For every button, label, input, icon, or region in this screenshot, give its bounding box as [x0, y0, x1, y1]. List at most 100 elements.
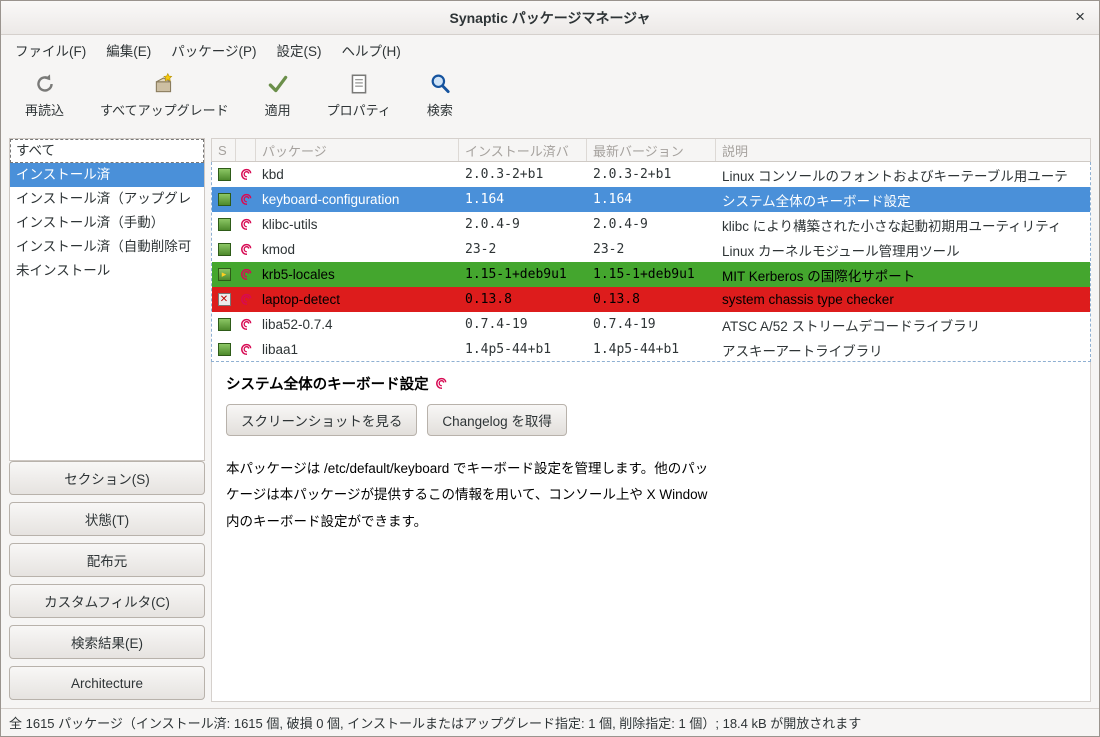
table-row[interactable]: kmod 23-2 23-2 Linux カーネルモジュール管理用ツール	[212, 237, 1090, 262]
package-name: krb5-locales	[256, 267, 459, 282]
table-header: S パッケージ インストール済バ 最新バージョン 説明	[211, 138, 1091, 162]
latest-version: 0.7.4-19	[587, 317, 716, 332]
status-upgrade-icon	[218, 268, 231, 281]
header-package[interactable]: パッケージ	[256, 139, 459, 161]
upgrade-all-icon	[152, 71, 176, 97]
package-name: kbd	[256, 167, 459, 182]
search-results-button[interactable]: 検索結果(E)	[9, 625, 205, 659]
apply-icon	[266, 71, 290, 97]
filter-installed-autoremovable[interactable]: インストール済（自動削除可	[10, 235, 204, 259]
installed-version: 1.164	[459, 192, 587, 207]
get-changelog-button[interactable]: Changelog を取得	[427, 404, 567, 436]
header-latest-version[interactable]: 最新バージョン	[587, 139, 716, 161]
debian-swirl-icon	[236, 168, 256, 181]
table-row-marked-upgrade[interactable]: krb5-locales 1.15-1+deb9u1 1.15-1+deb9u1…	[212, 262, 1090, 287]
package-description: klibc により構築された小さな起動初期用ユーティリティ	[716, 215, 1090, 235]
origin-button[interactable]: 配布元	[9, 543, 205, 577]
installed-version: 1.15-1+deb9u1	[459, 267, 587, 282]
package-pane: S パッケージ インストール済バ 最新バージョン 説明 kbd 2.0.3-2+…	[211, 138, 1091, 702]
debian-swirl-icon	[236, 318, 256, 331]
latest-version: 1.15-1+deb9u1	[587, 267, 716, 282]
close-icon[interactable]: ×	[1075, 7, 1085, 27]
menu-file[interactable]: ファイル(F)	[5, 35, 96, 65]
package-list: kbd 2.0.3-2+b1 2.0.3-2+b1 Linux コンソールのフォ…	[211, 162, 1091, 362]
header-description[interactable]: 説明	[716, 139, 1090, 161]
latest-version: 23-2	[587, 242, 716, 257]
table-row-selected[interactable]: keyboard-configuration 1.164 1.164 システム全…	[212, 187, 1090, 212]
synaptic-window: Synaptic パッケージマネージャ × ファイル(F) 編集(E) パッケー…	[0, 0, 1100, 737]
debian-swirl-icon	[236, 193, 256, 206]
package-description: システム全体のキーボード設定	[716, 190, 1090, 210]
status-installed-icon	[218, 318, 231, 331]
filter-list: すべて インストール済 インストール済（アップグレ インストール済（手動） イン…	[9, 138, 205, 461]
filter-installed-upgradable[interactable]: インストール済（アップグレ	[10, 187, 204, 211]
installed-version: 2.0.4-9	[459, 217, 587, 232]
filter-not-installed[interactable]: 未インストール	[10, 259, 204, 283]
table-row[interactable]: libaa1 1.4p5-44+b1 1.4p5-44+b1 アスキーアートライ…	[212, 337, 1090, 362]
toolbar-label: 検索	[427, 100, 453, 119]
debian-swirl-icon	[236, 243, 256, 256]
package-description: MIT Kerberos の国際化サポート	[716, 265, 1090, 285]
apply-button[interactable]: 適用	[247, 69, 309, 121]
statusbar-text: 全 1615 パッケージ（インストール済: 1615 個, 破損 0 個, イン…	[9, 713, 861, 732]
filter-installed-manual[interactable]: インストール済（手動）	[10, 211, 204, 235]
sidebar: すべて インストール済 インストール済（アップグレ インストール済（手動） イン…	[9, 138, 205, 702]
window-title: Synaptic パッケージマネージャ	[450, 8, 651, 28]
upgrade-all-button[interactable]: すべてアップグレード	[82, 69, 247, 121]
debian-swirl-icon	[435, 377, 448, 390]
search-icon	[428, 71, 452, 97]
installed-version: 0.7.4-19	[459, 317, 587, 332]
toolbar-label: 再読込	[25, 100, 64, 119]
architecture-button[interactable]: Architecture	[9, 666, 205, 700]
content-area: すべて インストール済 インストール済（アップグレ インストール済（手動） イン…	[1, 133, 1099, 708]
status-installed-icon	[218, 168, 231, 181]
package-name: libaa1	[256, 342, 459, 357]
filter-all[interactable]: すべて	[10, 139, 204, 163]
menubar: ファイル(F) 編集(E) パッケージ(P) 設定(S) ヘルプ(H)	[1, 35, 1099, 65]
latest-version: 1.4p5-44+b1	[587, 342, 716, 357]
table-row[interactable]: kbd 2.0.3-2+b1 2.0.3-2+b1 Linux コンソールのフォ…	[212, 162, 1090, 187]
latest-version: 0.13.8	[587, 292, 716, 307]
sidebar-buttons: セクション(S) 状態(T) 配布元 カスタムフィルタ(C) 検索結果(E) A…	[9, 461, 205, 702]
header-supported[interactable]	[236, 139, 256, 161]
debian-swirl-icon	[236, 293, 256, 306]
header-installed-version[interactable]: インストール済バ	[459, 139, 587, 161]
installed-version: 0.13.8	[459, 292, 587, 307]
filter-installed[interactable]: インストール済	[10, 163, 204, 187]
latest-version: 2.0.3-2+b1	[587, 167, 716, 182]
package-long-description: 本パッケージは /etc/default/keyboard でキーボード設定を管…	[226, 456, 718, 535]
installed-version: 2.0.3-2+b1	[459, 167, 587, 182]
package-description: アスキーアートライブラリ	[716, 340, 1090, 360]
properties-icon	[347, 71, 371, 97]
toolbar-label: プロパティ	[327, 100, 391, 119]
toolbar-label: 適用	[265, 100, 291, 119]
status-installed-icon	[218, 243, 231, 256]
statusbar: 全 1615 パッケージ（インストール済: 1615 個, 破損 0 個, イン…	[1, 708, 1099, 736]
debian-swirl-icon	[236, 343, 256, 356]
sections-button[interactable]: セクション(S)	[9, 461, 205, 495]
details-title: システム全体のキーボード設定	[226, 373, 429, 394]
status-installed-icon	[218, 193, 231, 206]
reload-button[interactable]: 再読込	[7, 69, 82, 121]
table-row[interactable]: liba52-0.7.4 0.7.4-19 0.7.4-19 ATSC A/52…	[212, 312, 1090, 337]
package-name: laptop-detect	[256, 292, 459, 307]
custom-filters-button[interactable]: カスタムフィルタ(C)	[9, 584, 205, 618]
installed-version: 1.4p5-44+b1	[459, 342, 587, 357]
status-button[interactable]: 状態(T)	[9, 502, 205, 536]
menu-help[interactable]: ヘルプ(H)	[331, 35, 410, 65]
view-screenshot-button[interactable]: スクリーンショットを見る	[226, 404, 417, 436]
status-remove-icon	[218, 293, 231, 306]
titlebar[interactable]: Synaptic パッケージマネージャ ×	[1, 1, 1099, 35]
debian-swirl-icon	[236, 268, 256, 281]
table-row[interactable]: klibc-utils 2.0.4-9 2.0.4-9 klibc により構築さ…	[212, 212, 1090, 237]
package-description: Linux コンソールのフォントおよびキーテーブル用ユーテ	[716, 165, 1090, 185]
header-status[interactable]: S	[212, 139, 236, 161]
properties-button[interactable]: プロパティ	[309, 69, 409, 121]
menu-edit[interactable]: 編集(E)	[96, 35, 161, 65]
menu-package[interactable]: パッケージ(P)	[161, 35, 266, 65]
table-row-marked-removal[interactable]: laptop-detect 0.13.8 0.13.8 system chass…	[212, 287, 1090, 312]
toolbar-label: すべてアップグレード	[100, 100, 229, 119]
package-description: Linux カーネルモジュール管理用ツール	[716, 240, 1090, 260]
menu-settings[interactable]: 設定(S)	[266, 35, 331, 65]
search-button[interactable]: 検索	[409, 69, 471, 121]
